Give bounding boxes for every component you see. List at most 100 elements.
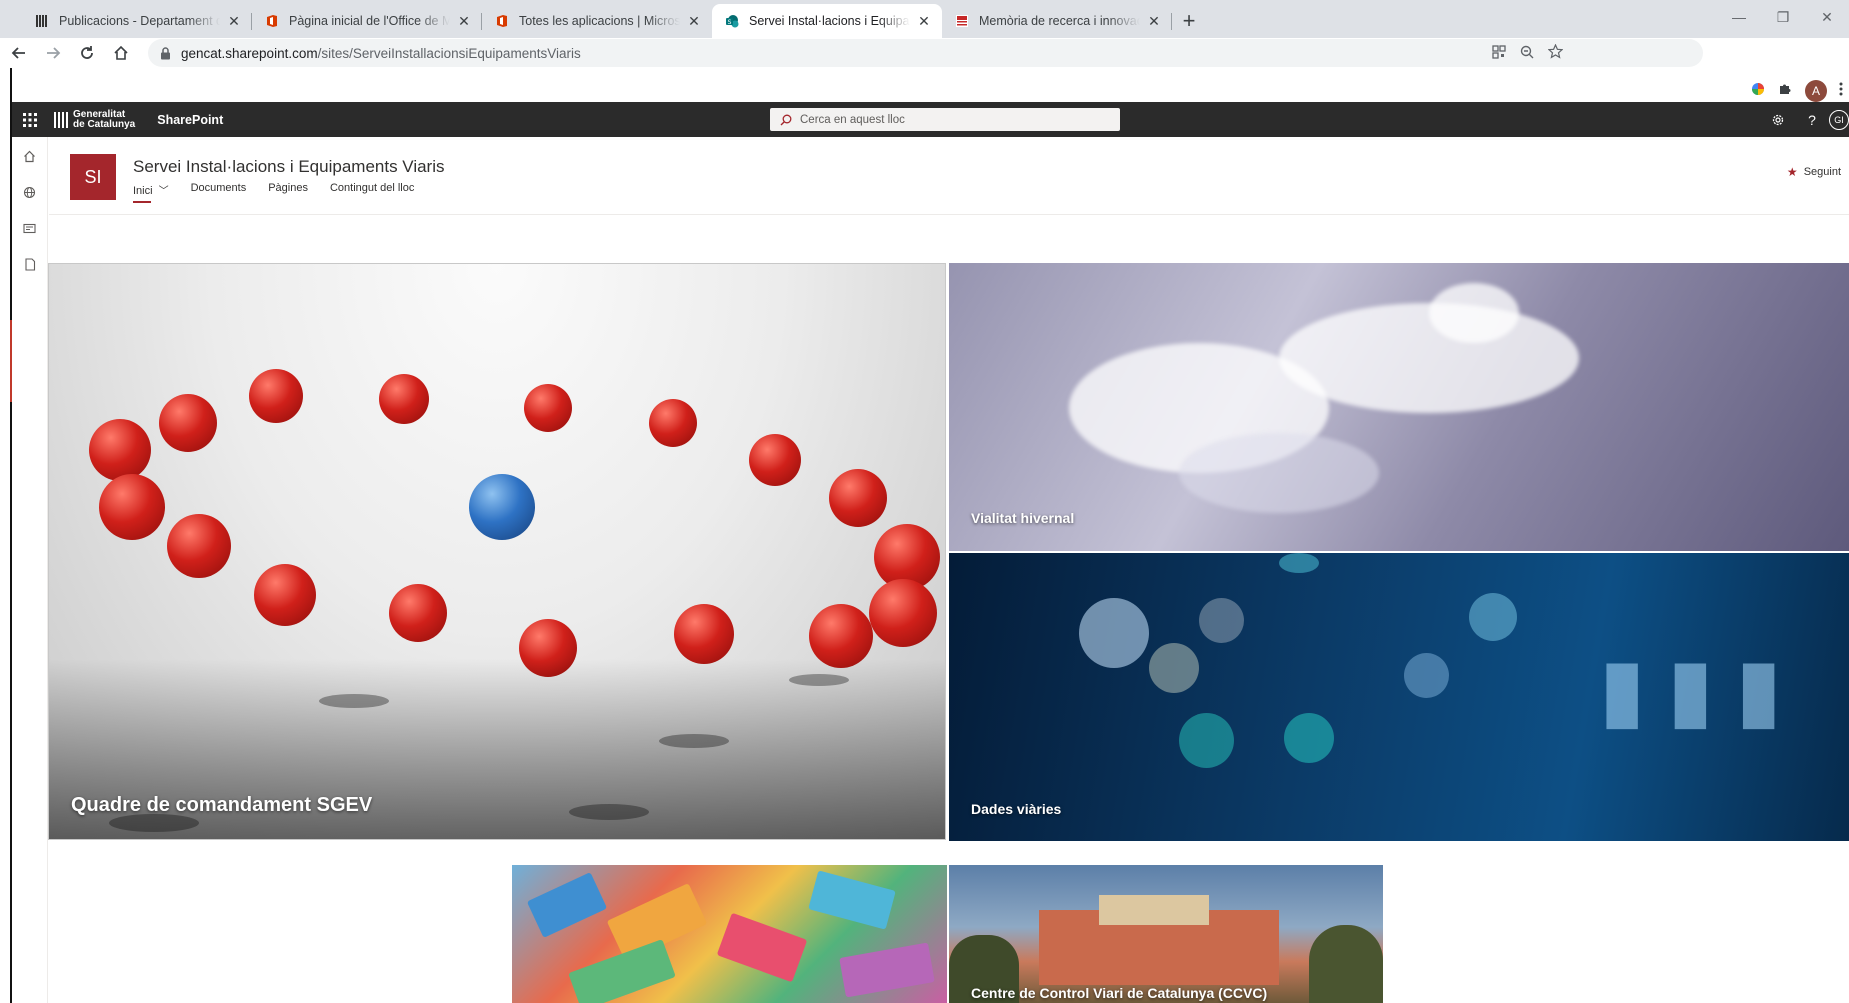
new-tab-button[interactable]: + xyxy=(1172,4,1206,38)
tab-title: Servei Instal·lacions i Equipament xyxy=(749,14,910,28)
app-name[interactable]: SharePoint xyxy=(157,113,223,127)
extension-color-icon[interactable] xyxy=(1750,81,1766,102)
globe-icon[interactable] xyxy=(20,183,40,201)
minimize-icon[interactable]: — xyxy=(1717,0,1761,34)
browser-tab-strip: Publicacions - Departament de la ✕ Pàgin… xyxy=(0,0,1849,38)
org-name-line2: de Catalunya xyxy=(73,118,136,130)
decor xyxy=(159,394,217,452)
nav-item-pagines[interactable]: Pàgines xyxy=(268,182,308,203)
zoom-icon[interactable] xyxy=(1520,45,1534,62)
browser-tab-office-home[interactable]: Pàgina inicial de l'Office de Micro ✕ xyxy=(252,4,482,38)
org-logo[interactable]: Generalitat de Catalunya xyxy=(54,109,136,130)
decor xyxy=(389,584,447,642)
forward-arrow-icon[interactable] xyxy=(38,38,68,68)
tab-title: Publicacions - Departament de la xyxy=(59,14,220,28)
decor xyxy=(839,942,935,998)
account-avatar[interactable]: GI xyxy=(1829,109,1849,130)
chevron-down-icon[interactable]: ﹀ xyxy=(159,182,169,197)
decor xyxy=(649,399,697,447)
close-tab-icon[interactable]: ✕ xyxy=(226,13,242,29)
hero-tile-title: Centre de Control Viari de Catalunya (CC… xyxy=(971,985,1268,1001)
follow-button[interactable]: ★ Seguint xyxy=(1787,165,1841,179)
search-placeholder: Cerca en aquest lloc xyxy=(800,113,905,126)
address-bar[interactable]: gencat.sharepoint.com/sites/ServeiInstal… xyxy=(148,39,1703,67)
gencat-icon xyxy=(34,13,50,29)
close-window-icon[interactable]: ✕ xyxy=(1805,0,1849,34)
browser-tab-sharepoint-site[interactable]: S Servei Instal·lacions i Equipament ✕ xyxy=(712,4,942,38)
decor xyxy=(674,604,734,664)
bookmark-star-icon[interactable] xyxy=(1547,43,1564,62)
profile-avatar[interactable]: A xyxy=(1805,80,1827,102)
decor xyxy=(99,474,165,540)
qr-code-icon[interactable] xyxy=(1492,44,1506,62)
gencat-logo-icon xyxy=(54,111,68,128)
file-icon[interactable] xyxy=(20,255,40,273)
decor xyxy=(526,872,608,938)
hero-tile-title: Vialitat hivernal xyxy=(971,510,1075,526)
decor xyxy=(1079,598,1149,668)
close-tab-icon[interactable]: ✕ xyxy=(456,13,472,29)
back-arrow-icon[interactable] xyxy=(4,38,34,68)
decor xyxy=(89,419,151,481)
more-vert-icon[interactable] xyxy=(1839,82,1843,101)
tab-title: Pàgina inicial de l'Office de Micro xyxy=(289,14,450,28)
hero-tile-title: Quadre de comandament SGEV xyxy=(71,794,373,816)
star-filled-icon: ★ xyxy=(1786,165,1798,179)
browser-tab-all-apps[interactable]: Totes les aplicacions | Microsoft C ✕ xyxy=(482,4,712,38)
close-tab-icon[interactable]: ✕ xyxy=(916,13,932,29)
app-launcher-icon[interactable] xyxy=(12,102,48,137)
close-tab-icon[interactable]: ✕ xyxy=(686,13,702,29)
tab-title: Totes les aplicacions | Microsoft C xyxy=(519,14,680,28)
hero-tile-dades-viaries[interactable]: ▮▮▮ Dades viàries xyxy=(949,553,1849,841)
decor xyxy=(1429,283,1519,343)
office-icon xyxy=(264,13,280,29)
hero-tile-vialitat-hivernal[interactable]: Vialitat hivernal xyxy=(949,263,1849,551)
hero-tile-ccvc[interactable]: Centre de Control Viari de Catalunya (CC… xyxy=(949,865,1383,1003)
puzzle-icon[interactable] xyxy=(1778,81,1793,101)
news-icon[interactable] xyxy=(20,219,40,237)
decor xyxy=(829,469,887,527)
site-logo[interactable]: SI xyxy=(70,154,116,200)
home-icon[interactable] xyxy=(106,38,136,68)
sharepoint-icon: S xyxy=(724,13,740,29)
restore-icon[interactable]: ❐ xyxy=(1761,0,1805,34)
url-path: /sites/ServeiInstallacionsiEquipamentsVi… xyxy=(317,45,581,61)
browser-toolbar: gencat.sharepoint.com/sites/ServeiInstal… xyxy=(0,38,1849,102)
site-header: SI Servei Instal·lacions i Equipaments V… xyxy=(49,137,1849,215)
decor xyxy=(469,474,535,540)
gencat-red-icon xyxy=(954,13,970,29)
home-icon[interactable] xyxy=(20,147,40,165)
tile-puzzle-blocks[interactable] xyxy=(512,865,947,1003)
browser-tab-publicacions[interactable]: Publicacions - Departament de la ✕ xyxy=(22,4,252,38)
decor xyxy=(1284,713,1334,763)
decor xyxy=(1179,433,1379,513)
decor xyxy=(1199,598,1244,643)
decor xyxy=(524,384,572,432)
decor xyxy=(379,374,429,424)
reload-icon[interactable] xyxy=(72,38,102,68)
decor xyxy=(808,870,896,930)
decor xyxy=(869,579,937,647)
nav-item-documents[interactable]: Documents xyxy=(191,182,247,203)
suite-bar: Generalitat de Catalunya SharePoint Cerc… xyxy=(12,102,1849,137)
hero-tile-quadre-comandament[interactable]: Quadre de comandament SGEV xyxy=(48,263,946,840)
office-icon xyxy=(494,13,510,29)
decor xyxy=(1099,895,1209,925)
decor xyxy=(716,912,808,983)
nav-item-inici[interactable]: Inici ﹀ xyxy=(133,182,169,203)
settings-gear-icon[interactable] xyxy=(1761,102,1795,137)
browser-tab-memoria[interactable]: Memòria de recerca i innovació 2 ✕ xyxy=(942,4,1172,38)
decor xyxy=(1279,553,1319,573)
nav-item-contingut[interactable]: Contingut del lloc xyxy=(330,182,414,203)
decor xyxy=(1404,653,1449,698)
lock-icon xyxy=(160,46,171,60)
site-navigation: Inici ﹀ Documents Pàgines Contingut del l… xyxy=(133,182,414,203)
close-tab-icon[interactable]: ✕ xyxy=(1146,13,1162,29)
decor xyxy=(1279,303,1579,413)
decor xyxy=(167,514,231,578)
suite-bar-actions: ? GI xyxy=(1761,102,1849,137)
site-title[interactable]: Servei Instal·lacions i Equipaments Viar… xyxy=(133,157,445,177)
app-bar xyxy=(12,137,48,1003)
site-search-input[interactable]: Cerca en aquest lloc xyxy=(770,108,1120,131)
help-icon[interactable]: ? xyxy=(1795,102,1829,137)
